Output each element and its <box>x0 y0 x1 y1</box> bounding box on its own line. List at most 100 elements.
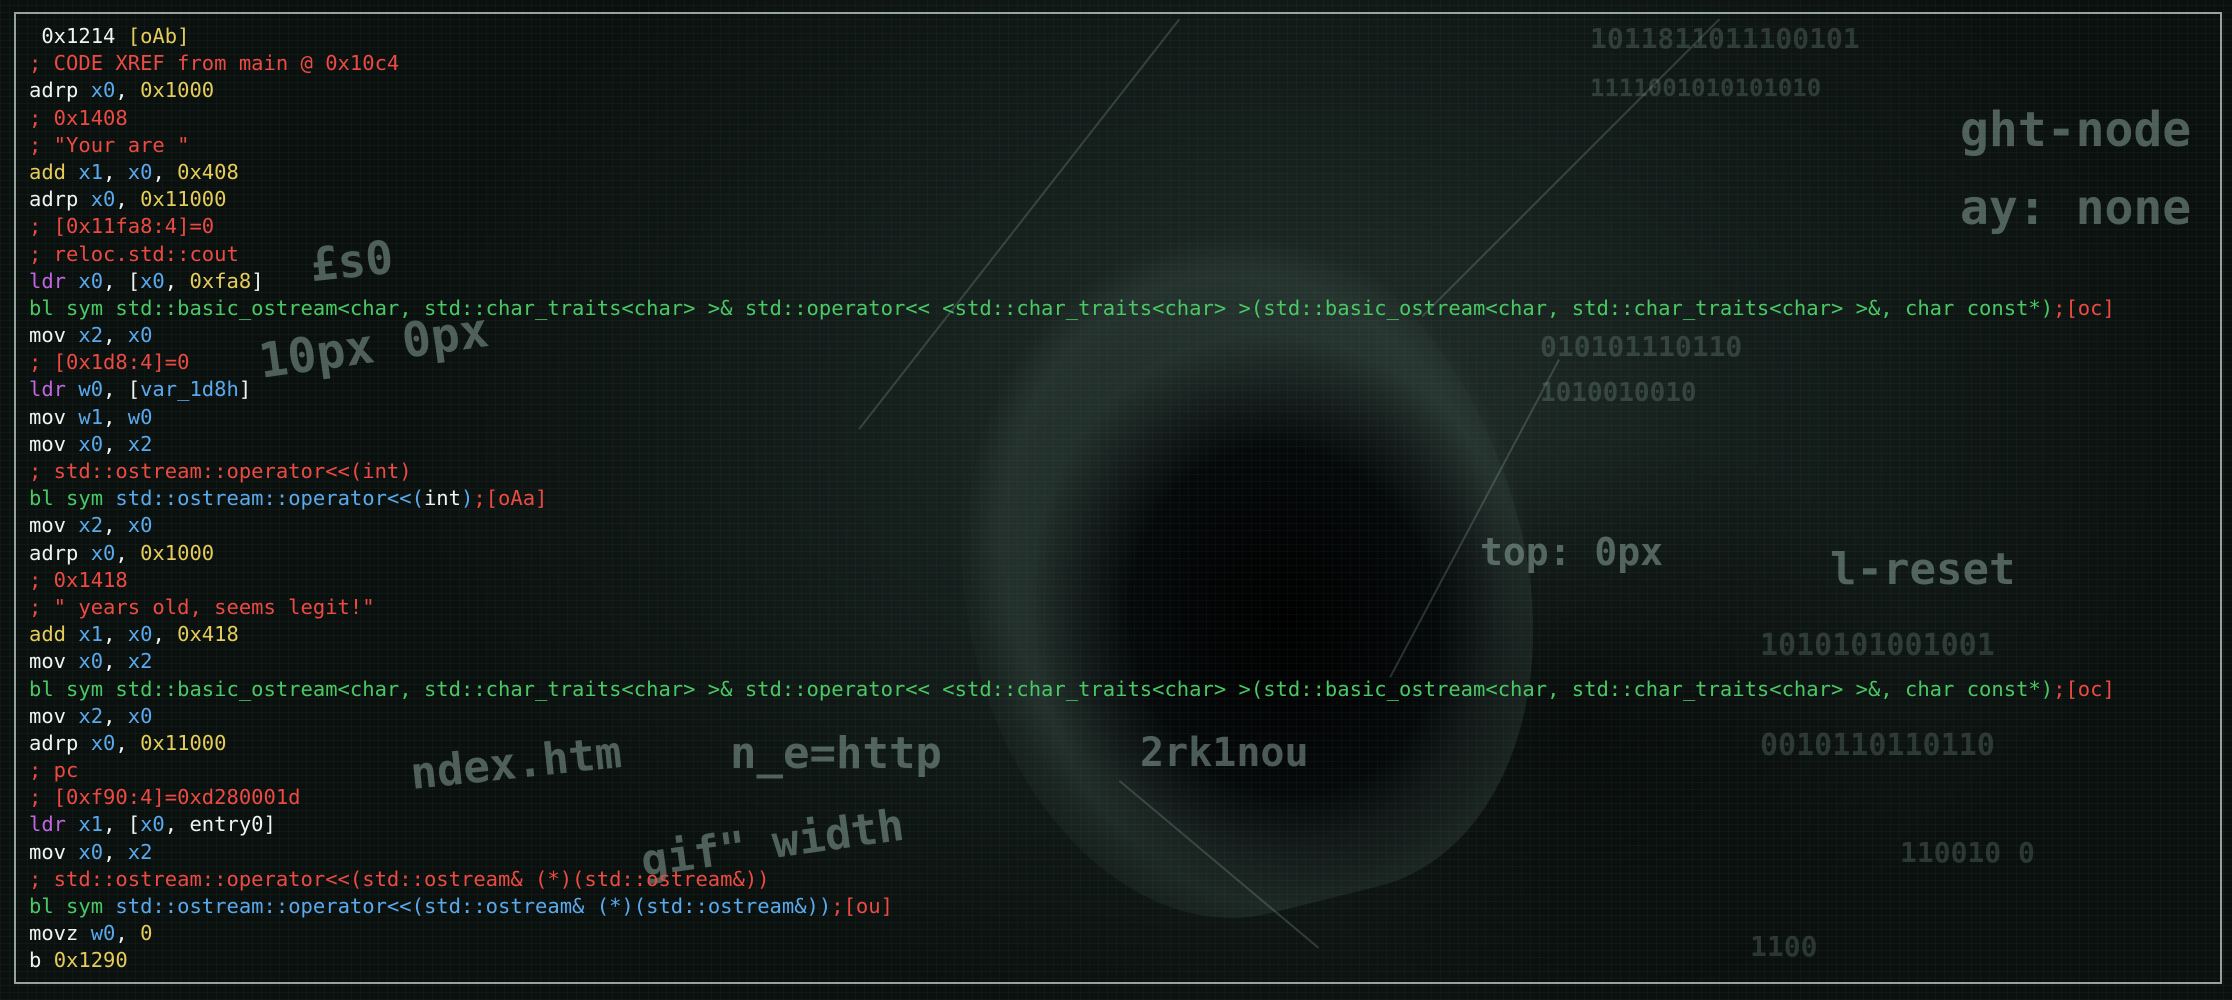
code-token: mov <box>29 431 79 456</box>
code-token: ldr <box>29 812 79 837</box>
code-token: , <box>115 187 141 212</box>
code-token: w1 <box>78 404 104 429</box>
code-token: x0 <box>90 730 116 755</box>
code-token: var_1d8h <box>140 377 239 402</box>
code-token: mov <box>29 703 79 728</box>
code-token: ;[ou] <box>831 894 893 918</box>
code-token: ldr <box>29 268 79 293</box>
code-line: mov x2, x0 <box>29 512 2115 539</box>
code-token: , <box>103 323 128 348</box>
code-token: 0x1000 <box>140 78 215 103</box>
code-token: , <box>152 622 178 647</box>
code-line: ; std::ostream::operator<<(std::ostream&… <box>29 866 2115 893</box>
code-token: w0 <box>127 404 153 429</box>
code-token: x0 <box>127 513 153 538</box>
code-token: , [ <box>103 268 141 293</box>
code-token: mov <box>29 404 79 429</box>
code-token: bl sym <box>29 486 116 511</box>
code-token: 0x1214 <box>29 24 128 48</box>
code-line: movz w0, 0 <box>29 920 2115 947</box>
code-token: x0 <box>140 812 165 837</box>
code-token: x0 <box>90 187 116 212</box>
code-token: adrp <box>29 540 91 565</box>
code-token: 0 <box>140 921 153 946</box>
code-token: mov <box>29 513 79 538</box>
code-token: b <box>29 948 54 973</box>
code-token: x1 <box>78 159 104 184</box>
code-line: bl sym std::ostream::operator<<(int);[oA… <box>29 485 2115 512</box>
code-token: mov <box>29 323 79 348</box>
code-line: ldr x0, [x0, 0xfa8] <box>29 268 2115 295</box>
code-token: mov <box>29 649 79 674</box>
code-token: , [ <box>103 812 141 837</box>
code-token: , <box>103 513 128 538</box>
code-token: , <box>115 921 141 946</box>
code-token: ; "Your are " <box>29 132 190 157</box>
code-token: x0 <box>127 323 153 348</box>
code-token: ; [0x1d8:4]=0 <box>29 350 190 375</box>
code-token: x2 <box>78 513 104 538</box>
code-line: adrp x0, 0x1000 <box>29 77 2115 104</box>
code-token: , <box>103 159 128 184</box>
code-token: mov <box>29 839 79 864</box>
code-token: ;[oc] <box>2053 676 2115 701</box>
code-token: , <box>103 649 128 674</box>
code-token: int <box>423 486 461 511</box>
code-line: mov x2, x0 <box>29 703 2115 730</box>
code-token: [oAb] <box>127 24 190 48</box>
code-line: mov x0, x2 <box>29 431 2115 458</box>
code-token: std::ostream::operator<<( <box>115 486 424 511</box>
code-token: x0 <box>78 649 104 674</box>
code-token: , <box>103 703 128 728</box>
code-token: x1 <box>78 622 104 647</box>
code-token: , <box>115 540 141 565</box>
code-token: ; std::ostream::operator<<(int) <box>29 459 412 483</box>
code-token: ; 0x1418 <box>29 567 128 592</box>
code-token: w0 <box>78 377 104 402</box>
code-token: std::ostream::operator<<(std::ostream& (… <box>115 894 832 918</box>
code-token: ldr <box>29 377 79 402</box>
code-token: ; CODE XREF from main @ 0x10c4 <box>29 51 400 76</box>
code-line: mov x2, x0 <box>29 322 2115 349</box>
code-token: x0 <box>127 703 153 728</box>
code-token: 0xfa8 <box>189 268 252 293</box>
code-line: mov x0, x2 <box>29 839 2115 866</box>
code-token: , <box>152 159 178 184</box>
code-token: ; std::ostream::operator<<(std::ostream&… <box>29 866 770 891</box>
code-token: x0 <box>78 431 104 456</box>
code-token: x2 <box>127 839 153 864</box>
code-token: ; 0x1408 <box>29 105 128 130</box>
code-token: 0x408 <box>177 159 239 184</box>
code-token: , <box>103 404 128 429</box>
code-token: , <box>103 622 128 647</box>
code-token: x2 <box>127 431 153 456</box>
code-token: x0 <box>78 268 104 293</box>
code-token: adrp <box>29 730 91 755</box>
code-token: adrp <box>29 187 91 212</box>
code-line: add x1, x0, 0x418 <box>29 621 2115 648</box>
code-token: bl sym std::basic_ostream<char, std::cha… <box>29 676 2054 701</box>
code-token: ; pc <box>29 758 79 783</box>
code-token: , <box>115 78 141 103</box>
code-line: ; pc <box>29 757 2115 784</box>
code-line: adrp x0, 0x11000 <box>29 730 2115 757</box>
code-token: bl sym <box>29 894 116 918</box>
code-token: x2 <box>78 323 104 348</box>
code-token: , <box>115 730 141 755</box>
code-token: w0 <box>90 921 116 946</box>
code-token: x0 <box>140 268 165 293</box>
code-token: 0x11000 <box>140 730 227 755</box>
code-token: add <box>29 159 79 184</box>
code-token: , <box>103 839 128 864</box>
code-token: x0 <box>127 622 153 647</box>
disassembly-listing: 0x1214 [oAb] ; CODE XREF from main @ 0x10… <box>29 23 2115 975</box>
code-token: ] <box>238 377 252 402</box>
code-token: 0x418 <box>177 622 239 647</box>
code-token: 0x1000 <box>140 540 215 565</box>
code-token: x2 <box>78 703 104 728</box>
code-token: ) <box>461 486 474 511</box>
code-line: add x1, x0, 0x408 <box>29 159 2115 186</box>
code-line: ; std::ostream::operator<<(int) <box>29 458 2115 485</box>
code-token: ;[oc] <box>2053 295 2115 320</box>
code-token: 0x1290 <box>53 948 128 973</box>
